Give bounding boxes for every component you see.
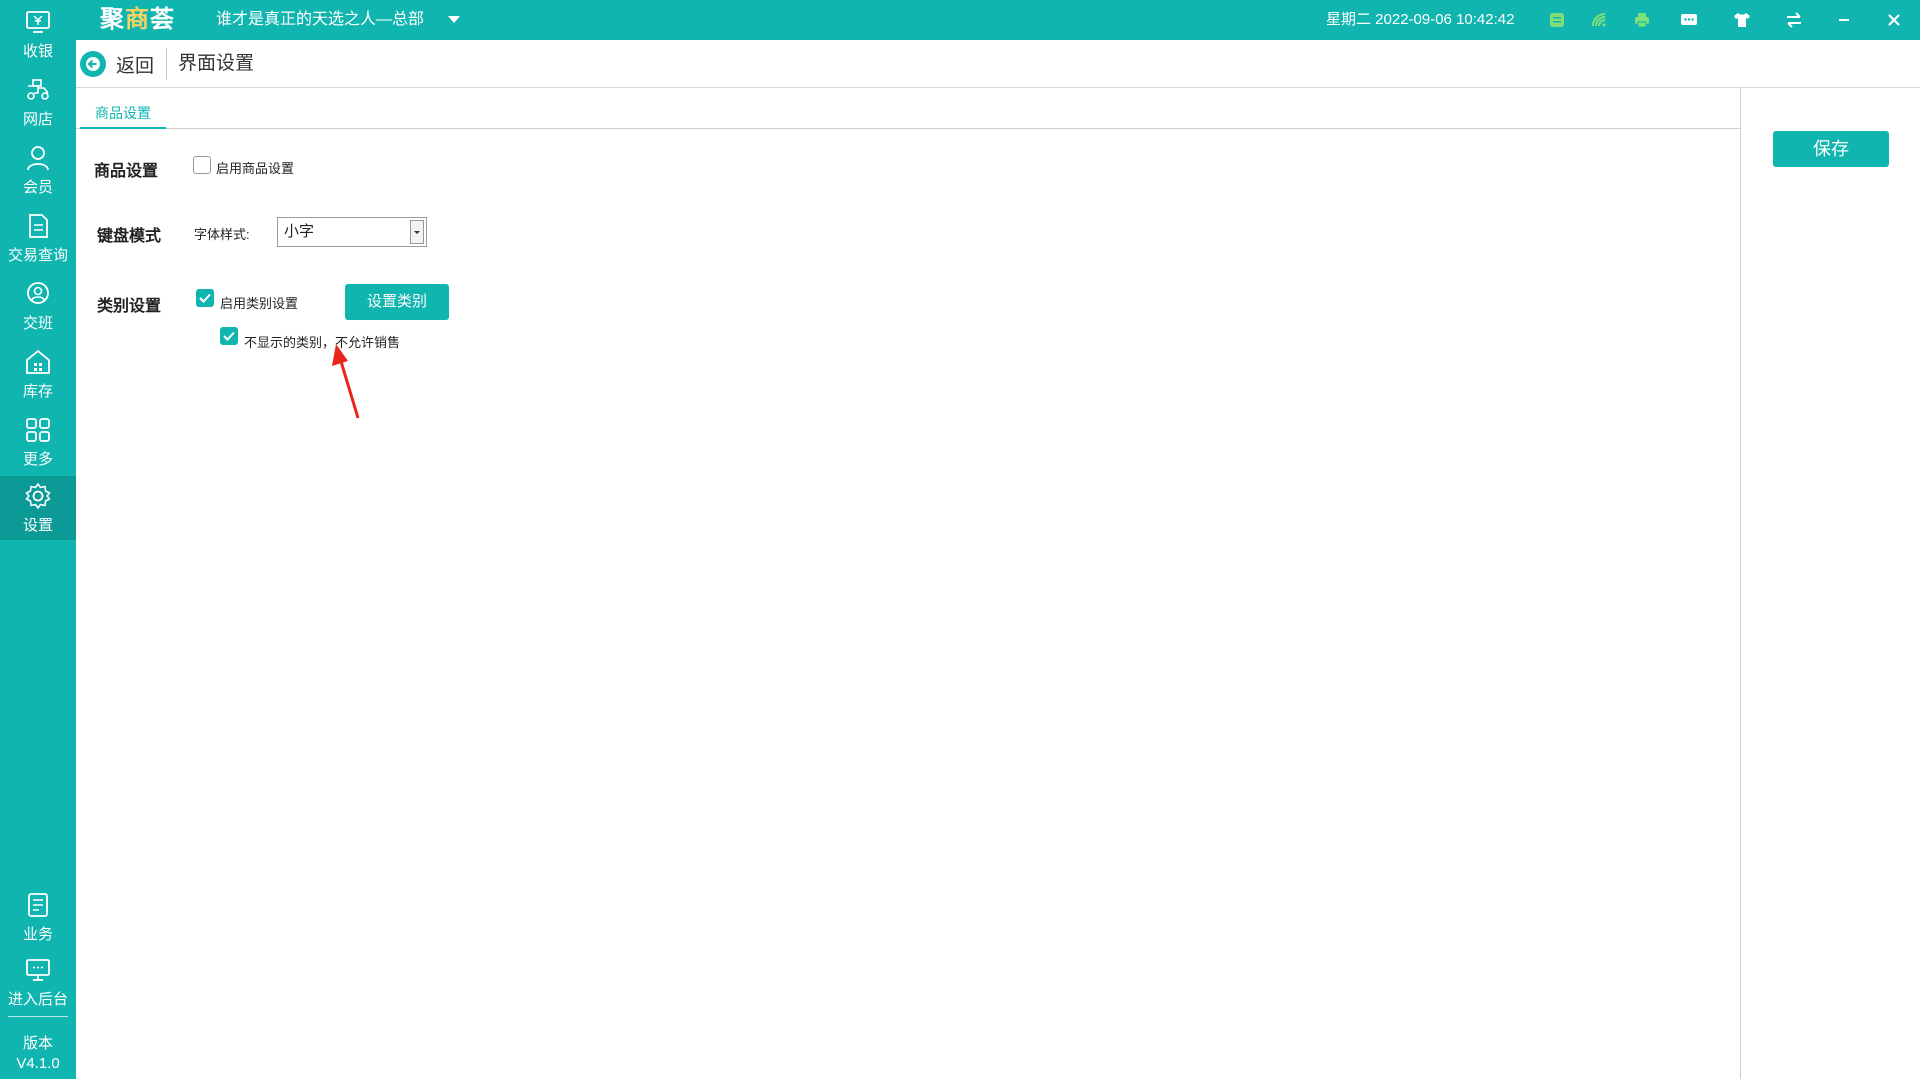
annotation-arrow-icon (332, 344, 360, 419)
close-icon[interactable] (1884, 10, 1904, 30)
sidebar-item-shift[interactable]: 交班 (0, 274, 76, 338)
shift-handover-icon (27, 282, 49, 304)
product-settings-label: 商品设置 (94, 163, 159, 180)
sidebar-item-cashier[interactable]: 收银 (0, 2, 76, 66)
back-label: 返回 (116, 55, 155, 77)
sidebar-item-label: 交易查询 (7, 247, 68, 264)
tab-product-settings[interactable]: 商品设置 (80, 100, 166, 129)
minimize-icon[interactable] (1834, 10, 1854, 30)
checkmark-icon (199, 293, 211, 303)
enable-product-settings-checkbox[interactable] (193, 156, 211, 174)
checkmark-icon (223, 331, 235, 341)
sidebar-item-label: 网店 (22, 111, 53, 128)
back-arrow-icon (80, 51, 106, 77)
settings-gear-icon (25, 483, 51, 509)
business-icon (28, 893, 48, 917)
online-store-icon (27, 79, 49, 100)
member-icon (27, 146, 49, 171)
keyboard-mode-label: 键盘模式 (97, 228, 162, 245)
chevron-down-icon[interactable] (410, 220, 424, 244)
sidebar-item-label: 交班 (22, 315, 53, 332)
backend-monitor-icon (26, 959, 50, 981)
font-style-label: 字体样式: (194, 227, 250, 242)
current-datetime: 星期二 2022-09-06 10:42:42 (1326, 11, 1515, 28)
font-style-value: 小字 (284, 223, 315, 240)
enable-product-settings-label[interactable]: 启用商品设置 (216, 158, 294, 177)
more-grid-icon (26, 418, 50, 442)
panel-divider (1740, 88, 1741, 1079)
sidebar-item-online-store[interactable]: 网店 (0, 70, 76, 134)
sidebar-item-label: 库存 (22, 383, 53, 400)
category-settings-label: 类别设置 (97, 298, 162, 315)
sidebar-item-label: 会员 (22, 179, 53, 196)
header-divider (166, 48, 167, 80)
set-category-button[interactable]: 设置类别 (345, 284, 449, 320)
page-header: 返回 界面设置 (76, 40, 1920, 88)
hidden-category-not-for-sale-checkbox[interactable] (220, 327, 238, 345)
page-title: 界面设置 (178, 53, 255, 74)
sidebar-item-settings[interactable]: 设置 (0, 476, 76, 540)
back-button[interactable]: 返回 (80, 50, 154, 78)
version-label: 版本 (22, 1035, 53, 1052)
save-button[interactable]: 保存 (1773, 131, 1889, 167)
printer-icon[interactable] (1632, 10, 1652, 30)
sidebar-divider (8, 1016, 68, 1017)
database-icon[interactable] (1547, 10, 1567, 30)
sidebar-item-inventory[interactable]: 库存 (0, 342, 76, 406)
sidebar-item-label: 设置 (22, 517, 53, 534)
sidebar-item-label: 收银 (22, 43, 53, 60)
enable-category-settings-checkbox[interactable] (196, 289, 214, 307)
sidebar-item-member[interactable]: 会员 (0, 138, 76, 202)
app-logo: 聚商荟 (100, 6, 175, 33)
sidebar-item-backend[interactable]: 进入后台 (0, 950, 76, 1014)
switch-arrows-icon[interactable] (1784, 10, 1804, 30)
title-bar: 聚商荟 谁才是真正的天选之人—总部 星期二 2022-09-06 10:42:4… (0, 0, 1920, 40)
store-dropdown-caret-icon[interactable] (448, 16, 460, 23)
hidden-category-not-for-sale-label[interactable]: 不显示的类别，不允许销售 (244, 332, 400, 351)
sidebar-item-label: 进入后台 (7, 991, 68, 1008)
sidebar: 收银 网店 会员 交易查询 交班 库存 更多 设置 业务 进入后台 版本 V4.… (0, 0, 76, 1079)
enable-category-settings-label[interactable]: 启用类别设置 (220, 293, 298, 312)
version-value: V4.1.0 (16, 1055, 60, 1072)
sidebar-item-label: 业务 (22, 926, 53, 943)
sidebar-item-transaction-query[interactable]: 交易查询 (0, 206, 76, 270)
sidebar-item-business[interactable]: 业务 (0, 885, 76, 949)
font-style-select[interactable]: 小字 (277, 217, 427, 247)
cashier-icon (26, 11, 50, 33)
sidebar-item-more[interactable]: 更多 (0, 410, 76, 474)
sidebar-item-label: 更多 (22, 451, 53, 468)
inventory-icon (26, 349, 50, 374)
transaction-query-icon (29, 214, 48, 238)
shirt-theme-icon[interactable] (1732, 10, 1752, 30)
message-icon[interactable] (1679, 10, 1699, 30)
store-name[interactable]: 谁才是真正的天选之人—总部 (216, 0, 424, 40)
tab-bar: 商品设置 (76, 88, 1740, 129)
wifi-signal-icon[interactable] (1589, 10, 1609, 30)
